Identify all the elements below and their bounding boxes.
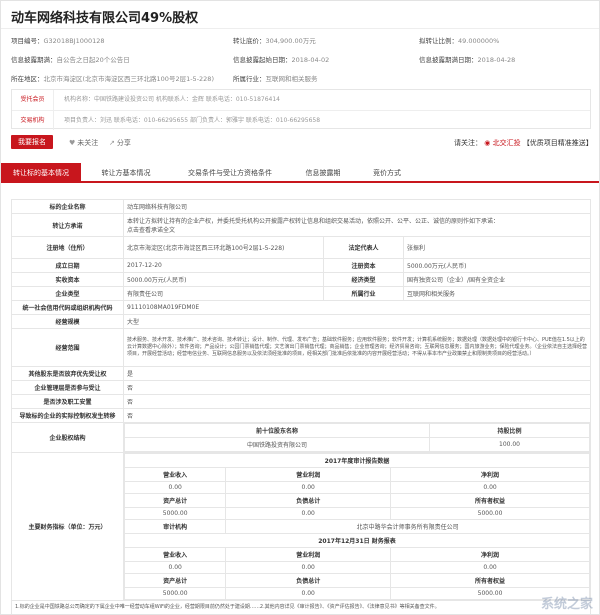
contact-label: 受托会员 xyxy=(12,90,54,110)
table-row: 其他股东是否放弃优先受让权 是 xyxy=(11,366,591,381)
page-title: 动车网络科技有限公司49%股权 xyxy=(11,11,199,26)
register-button[interactable]: 我要报名 xyxy=(11,135,53,149)
table-row: 导致标的企业的实际控制权发生转移 否 xyxy=(11,408,591,423)
contact-label: 交易机构 xyxy=(12,111,54,130)
financial-table: 2017年度审计报告数据 营业收入 营业利润 净利润 0.00 0.00 0.00 资产… xyxy=(123,453,590,600)
meta-price: 转让底价：304,900.00万元 xyxy=(233,37,316,45)
tab-disclosure[interactable]: 信息披露期 xyxy=(293,163,353,183)
follow-note: 请关注： ◉ 北交汇投 【优质项目精准推送】 xyxy=(454,139,593,147)
contact-row-seller: 受托会员 机构名称：中国铁路建设投资公司 机构联系人：金辉 联系电话：010-5… xyxy=(12,90,590,110)
table-row: 1.标的企业是中国铁路总公司确定的下属企业中唯一经营动车组WiFi的企业，经营期… xyxy=(11,600,591,614)
share-button[interactable]: ↗ 分享 xyxy=(109,138,131,148)
table-row: 经营规模 大型 xyxy=(11,314,591,329)
meta-industry: 所属行业：互联网和相关服务 xyxy=(233,75,318,83)
share-icon: ↗ xyxy=(109,139,115,147)
contact-text: 项目负责人：刘迅 联系电话：010-66295655 部门负责人：郭雅宇 联系电… xyxy=(64,117,321,124)
page: 动车网络科技有限公司49%股权 项目编号：G32018BJ1000128 转让底… xyxy=(0,0,600,615)
table-row: 企业类型 有限责任公司 所属行业 互联网和相关服务 xyxy=(11,286,591,301)
table-row: 统一社会信用代码或组织机构代码 91110108MA019FDM0E xyxy=(11,300,591,315)
table-row: 企业管理层是否参与受让 否 xyxy=(11,380,591,395)
commit-link[interactable]: 点击查看承诺全文 xyxy=(127,227,175,234)
meta-location: 所在地区：北京市海淀区(北京市海淀区西三环北路100号2层1-5-228) xyxy=(11,75,214,83)
meta-end-date: 信息披露期满日期：2018-04-28 xyxy=(419,56,516,64)
tab-trade-conditions[interactable]: 交易条件与受让方资格条件 xyxy=(171,163,289,183)
table-row: 主要财务指标（单位：万元） 2017年度审计报告数据 营业收入 营业利润 净利润 0… xyxy=(11,452,591,601)
contact-row-trade: 交易机构 项目负责人：刘迅 联系电话：010-66295655 部门负责人：郭雅… xyxy=(12,110,590,130)
shareholder-table: 前十位股东名称 持股比例 中国铁路投资有限公司 100.00 xyxy=(124,423,590,452)
table-row: 是否涉及职工安置 否 xyxy=(11,394,591,409)
table-row: 企业股权结构 前十位股东名称 持股比例 中国铁路投资有限公司 100.00 xyxy=(11,422,591,453)
tab-bar: 转让标的基本情况 转让方基本情况 交易条件与受让方资格条件 信息披露期 竞价方式 xyxy=(1,163,599,183)
target-info-table: 标的企业名称 动车网络科技有限公司 转让方承诺 本转让方拟转让持有的企业产权，并… xyxy=(11,199,591,614)
table-row: 转让方承诺 本转让方拟转让持有的企业产权，并委托受托机构公开披露产权转让信息和组… xyxy=(11,213,591,237)
heart-icon: ♥ xyxy=(69,139,76,147)
table-row: 标的企业名称 动车网络科技有限公司 xyxy=(11,199,591,214)
table-row: 成立日期 2017-12-20 注册资本 5000.00万元(人民币) xyxy=(11,258,591,273)
divider xyxy=(1,28,599,29)
tab-target-info[interactable]: 转让标的基本情况 xyxy=(1,163,81,183)
beijiao-link[interactable]: ◉ 北交汇投 xyxy=(484,139,520,147)
table-row: 注册地（住所） 北京市海淀区(北京市海淀区西三环北路100号2层1-5-228)… xyxy=(11,236,591,259)
contact-text: 机构名称：中国铁路建设投资公司 机构联系人：金辉 联系电话：010-518764… xyxy=(64,96,280,103)
watermark-logo: 系统之家 xyxy=(540,597,593,612)
contact-box: 受托会员 机构名称：中国铁路建设投资公司 机构联系人：金辉 联系电话：010-5… xyxy=(11,89,591,130)
table-row: 经营范围 技术服务、技术开发、技术推广、技术咨询、技术转让；设计、制作、代理、发… xyxy=(11,328,591,367)
follow-button[interactable]: ♥ 未关注 xyxy=(69,138,98,148)
tab-bidding[interactable]: 竞价方式 xyxy=(357,163,417,183)
tab-seller-info[interactable]: 转让方基本情况 xyxy=(87,163,165,183)
meta-ratio: 拟转让比例：49.000000% xyxy=(419,37,500,45)
meta-start-date: 信息披露起始日期：2018-04-02 xyxy=(233,56,330,64)
meta-project-no: 项目编号：G32018BJ1000128 xyxy=(11,37,105,45)
meta-disclosure-period: 信息披露期满：自公告之日起20个公告日 xyxy=(11,56,130,64)
table-row: 实收资本 5000.00万元(人民币) 经济类型 国有独资公司（企业）/国有全资… xyxy=(11,272,591,287)
